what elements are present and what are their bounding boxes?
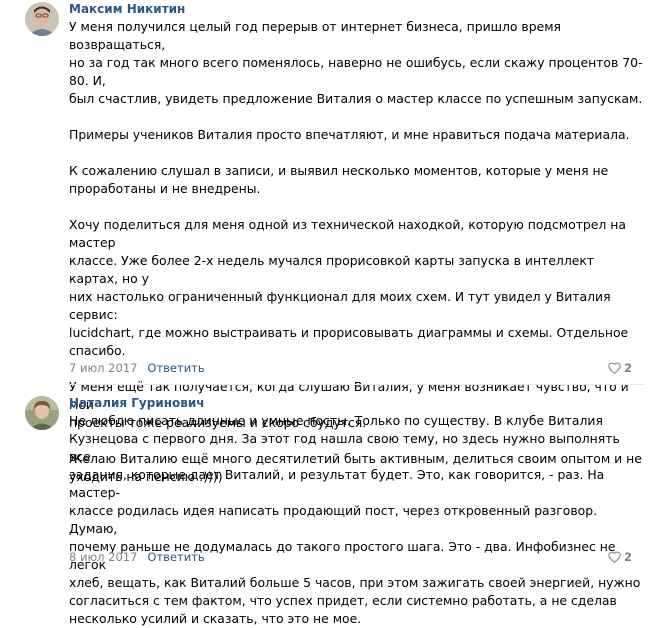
comment-paragraph: Примеры учеников Виталия просто впечатля… (69, 127, 630, 142)
comment-date[interactable]: 7 июл 2017 (69, 361, 137, 375)
like-count: 2 (623, 550, 632, 564)
comment-author[interactable]: Максим Никитин (69, 2, 185, 16)
avatar-photo-icon (25, 2, 59, 36)
comment-divider (69, 384, 644, 385)
like-count: 2 (623, 361, 632, 375)
comment-paragraph: Хочу поделиться для меня одной из технич… (69, 217, 629, 358)
comment-natalia: Наталия Гуринович Не люблю писать длинны… (0, 392, 656, 626)
avatar-photo-icon (25, 396, 59, 430)
avatar[interactable] (25, 2, 59, 36)
comment-maksim: Максим Никитин У меня получился целый го… (0, 0, 656, 484)
reply-button[interactable]: Ответить (147, 361, 204, 375)
comment-author[interactable]: Наталия Гуринович (69, 396, 205, 410)
like-button[interactable]: 2 (608, 361, 632, 375)
comment-paragraph: У меня получился целый год перерыв от ин… (69, 19, 643, 106)
comment-paragraph: Не люблю писать длинные и умные посты. Т… (69, 413, 641, 626)
heart-icon (608, 362, 621, 374)
heart-icon (608, 551, 621, 563)
comment-meta: 8 июл 2017 Ответить (69, 550, 205, 564)
avatar[interactable] (25, 396, 59, 430)
comment-meta: 7 июл 2017 Ответить (69, 361, 205, 375)
comment-text: Не люблю писать длинные и умные посты. Т… (69, 412, 644, 628)
comment-date[interactable]: 8 июл 2017 (69, 550, 137, 564)
reply-button[interactable]: Ответить (147, 550, 204, 564)
comment-paragraph: К сожалению слушал в записи, и выявил не… (69, 163, 609, 196)
like-button[interactable]: 2 (608, 550, 632, 564)
